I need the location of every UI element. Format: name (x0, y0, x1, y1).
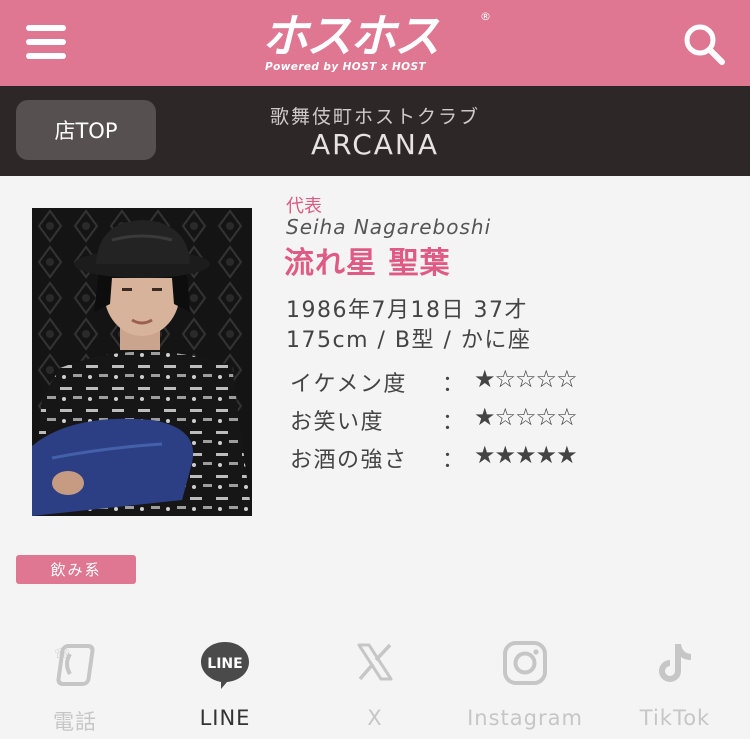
svg-text:☏: ☏ (54, 647, 70, 662)
body-info: 175cm / B型 / かに座 (286, 328, 532, 353)
x-label: X (367, 706, 383, 730)
app-header: ホスホス ® Powered by HOST x HOST (0, 0, 750, 86)
shop-area-label: 歌舞伎町ホストクラブ (269, 106, 480, 128)
logo-wordmark: ホスホス (262, 9, 440, 63)
tiktok-icon (653, 640, 697, 690)
rating-colon: ： (442, 410, 465, 435)
host-photo (32, 208, 252, 516)
menu-icon[interactable] (26, 24, 68, 60)
phone-button[interactable]: ☏ 電話 (0, 636, 150, 739)
rating-colon: ： (442, 372, 465, 397)
rating-label: お笑い度 (290, 410, 385, 435)
registered-mark: ® (480, 10, 491, 23)
tiktok-button[interactable]: TikTok (600, 636, 750, 739)
shop-bar: 店TOP 歌舞伎町ホストクラブ ARCANA (0, 86, 750, 176)
birth-info: 1986年7月18日 37才 (286, 298, 528, 323)
phone-label: 電話 (53, 710, 97, 734)
rating-row: お笑い度 ： ★☆☆☆☆ (290, 403, 610, 438)
type-tag[interactable]: 飲み系 (16, 555, 136, 584)
host-name: 流れ星 聖葉 (284, 246, 451, 281)
star-rating: ★★★★★ (474, 441, 578, 469)
instagram-label: Instagram (467, 706, 583, 730)
rating-colon: ： (442, 448, 465, 473)
search-icon[interactable] (682, 22, 726, 66)
site-logo[interactable]: ホスホス ® Powered by HOST x HOST (262, 10, 494, 76)
star-rating: ★☆☆☆☆ (474, 403, 578, 431)
x-icon (353, 640, 397, 688)
phone-icon: ☏ (52, 640, 98, 692)
rating-label: お酒の強さ (290, 448, 408, 473)
shop-top-button[interactable]: 店TOP (16, 100, 156, 160)
x-button[interactable]: X (300, 636, 450, 739)
host-romaji-name: Seiha Nagareboshi (286, 215, 492, 239)
line-label: LINE (199, 706, 251, 730)
tiktok-label: TikTok (639, 706, 711, 730)
logo-tagline: Powered by HOST x HOST (265, 61, 426, 73)
line-button[interactable]: LINE LINE (150, 636, 300, 739)
line-icon: LINE (199, 640, 251, 694)
rating-label: イケメン度 (290, 372, 407, 397)
instagram-button[interactable]: Instagram (450, 636, 600, 739)
rating-row: お酒の強さ ： ★★★★★ (290, 441, 610, 476)
star-rating: ★☆☆☆☆ (474, 365, 578, 393)
shop-name[interactable]: ARCANA (200, 128, 550, 161)
rating-row: イケメン度 ： ★☆☆☆☆ (290, 365, 610, 400)
instagram-icon (502, 640, 548, 690)
svg-text:LINE: LINE (207, 656, 242, 672)
